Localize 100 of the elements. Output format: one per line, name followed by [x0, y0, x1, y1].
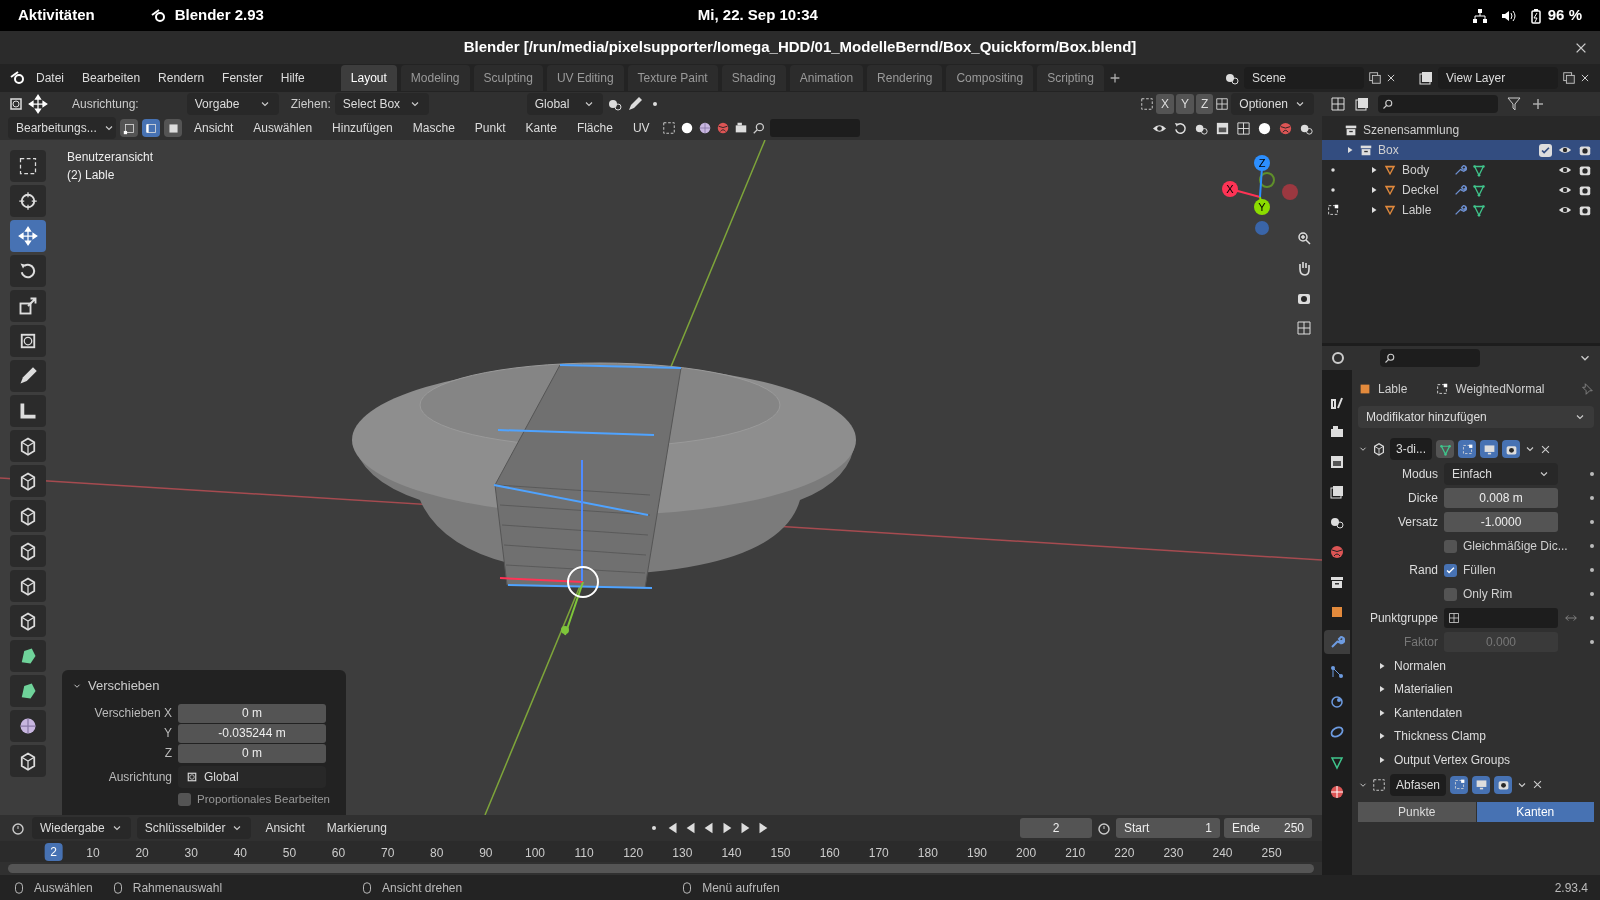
menu-item[interactable]: Kante: [517, 116, 565, 140]
number-field[interactable]: 0 m: [178, 703, 326, 723]
negative-axis-handle[interactable]: [1282, 184, 1298, 200]
pin-icon[interactable]: [1580, 382, 1594, 396]
negative-axis-handle[interactable]: [1255, 221, 1269, 235]
view-layer-field[interactable]: View Layer: [1438, 67, 1558, 89]
clock-icon[interactable]: [1096, 820, 1112, 837]
number-field[interactable]: 0.008 m: [1444, 488, 1558, 508]
keyframe-dot[interactable]: [1590, 592, 1594, 596]
tool-button[interactable]: [10, 150, 46, 182]
options-dropdown[interactable]: Optionen: [1231, 93, 1314, 115]
workspace-tab[interactable]: Modeling: [400, 65, 470, 91]
select-mode-button[interactable]: [120, 119, 138, 137]
scene-field[interactable]: Scene: [1244, 67, 1364, 89]
tool-button[interactable]: [10, 500, 46, 532]
keyframe-dot[interactable]: [1590, 472, 1594, 476]
menu-item[interactable]: Masche: [404, 116, 463, 140]
number-field[interactable]: -0.035244 m: [178, 723, 326, 743]
drag-dropdown[interactable]: Select Box: [334, 93, 429, 115]
checkbox[interactable]: [1444, 587, 1457, 601]
tool-button[interactable]: [10, 220, 46, 252]
workspace-tab[interactable]: Sculpting: [473, 65, 543, 91]
workspace-tab[interactable]: Layout: [340, 65, 397, 91]
workspace-tab[interactable]: Shading: [721, 65, 786, 91]
edit-mode-icon[interactable]: [1326, 203, 1340, 217]
tree-row[interactable]: Box: [1322, 140, 1600, 160]
blender-logo[interactable]: [10, 70, 26, 86]
keyframe-dot[interactable]: [1590, 496, 1594, 500]
clock[interactable]: Mi, 22. Sep 10:34: [697, 4, 818, 27]
shading-mode-icon[interactable]: [1236, 120, 1251, 136]
toggle-button[interactable]: [1472, 775, 1491, 794]
close-icon[interactable]: [1580, 73, 1590, 83]
viewport-toggle-icon[interactable]: [1215, 120, 1230, 136]
toggle-button[interactable]: [1450, 775, 1469, 794]
menu-item[interactable]: Punkt: [466, 116, 514, 140]
grid-icon[interactable]: [1296, 320, 1312, 336]
menu-dropdown[interactable]: Schlüsselbilder: [136, 817, 252, 840]
menu-item[interactable]: UV: [624, 116, 658, 140]
mode-dropdown[interactable]: Einfach: [1444, 463, 1558, 485]
close-icon[interactable]: [1532, 779, 1544, 790]
menu-item[interactable]: Bearbeiten: [74, 66, 149, 90]
axis-toggle[interactable]: X: [1155, 94, 1174, 114]
checkbox[interactable]: [178, 792, 191, 806]
search-icon[interactable]: [751, 121, 766, 135]
subpanel-header[interactable]: Output Vertex Groups: [1394, 750, 1511, 769]
menu-item[interactable]: Datei: [28, 66, 72, 90]
axis-toggle[interactable]: Y: [1175, 94, 1194, 114]
keyframe-dot[interactable]: [1590, 544, 1594, 548]
toggle-button[interactable]: [1458, 440, 1476, 458]
tool-button[interactable]: [10, 675, 46, 707]
close-icon[interactable]: [1540, 443, 1551, 455]
workspace-tab[interactable]: Compositing: [946, 65, 1034, 91]
app-menu[interactable]: Blender 2.93: [150, 4, 264, 27]
editor-type-icon[interactable]: [1330, 350, 1346, 366]
start-field[interactable]: Start 1: [1116, 818, 1220, 839]
toggle-button[interactable]: [1494, 775, 1513, 794]
tool-button[interactable]: [10, 290, 46, 322]
subpanel-header[interactable]: Normalen: [1394, 656, 1447, 675]
menu-item[interactable]: Hilfe: [272, 66, 313, 90]
number-field[interactable]: 0 m: [178, 743, 326, 763]
snapping-icon[interactable]: [626, 96, 643, 112]
overlay-icon[interactable]: [733, 121, 748, 135]
frame-field[interactable]: 2: [1020, 818, 1092, 839]
axis-handle[interactable]: Z: [1254, 155, 1270, 198]
tool-button[interactable]: [10, 745, 46, 777]
subpanel-header[interactable]: Materialien: [1394, 680, 1453, 699]
checkbox[interactable]: [1444, 563, 1457, 577]
orientation-dropdown[interactable]: Global: [178, 765, 326, 788]
mesh-data-icon[interactable]: [1472, 163, 1486, 177]
workspace-tab[interactable]: Animation: [789, 65, 864, 91]
view-layer-icon[interactable]: [1354, 96, 1370, 112]
overlay-icon[interactable]: [697, 121, 712, 135]
close-icon[interactable]: [1386, 73, 1396, 83]
toggle-button[interactable]: [1502, 440, 1520, 458]
negative-axis-handle[interactable]: [1259, 172, 1275, 188]
hand-icon[interactable]: [1296, 260, 1312, 276]
workspace-tab[interactable]: Texture Paint: [627, 65, 718, 91]
vertex-group-field[interactable]: [1444, 608, 1558, 628]
segment-button[interactable]: Kanten: [1476, 801, 1594, 822]
subpanel-header[interactable]: Thickness Clamp: [1394, 727, 1487, 746]
keyframe-dot[interactable]: [1590, 616, 1594, 620]
menu-item[interactable]: Fenster: [214, 66, 271, 90]
workspace-tab[interactable]: UV Editing: [546, 65, 624, 91]
shading-mode-icon[interactable]: [1257, 120, 1272, 136]
tool-button[interactable]: [10, 710, 46, 742]
menu-dropdown[interactable]: Wiedergabe: [32, 817, 131, 840]
keyframe-dot[interactable]: [1590, 568, 1594, 572]
select-mode-button[interactable]: [164, 119, 182, 137]
modifier-icon[interactable]: [1453, 163, 1467, 177]
number-field[interactable]: -1.0000: [1444, 512, 1558, 532]
menu-item[interactable]: Ansicht: [186, 116, 242, 140]
copy-icon[interactable]: [1562, 71, 1576, 85]
axis-handle[interactable]: Y: [1254, 196, 1270, 215]
tool-button[interactable]: [10, 255, 46, 287]
tool-button[interactable]: [10, 465, 46, 497]
tool-button[interactable]: [10, 570, 46, 602]
menu-item[interactable]: Rendern: [150, 66, 213, 90]
modifier-name-field[interactable]: Abfasen: [1390, 773, 1447, 796]
close-icon[interactable]: [1574, 41, 1588, 55]
subpanel-header[interactable]: Kantendaten: [1394, 703, 1463, 722]
